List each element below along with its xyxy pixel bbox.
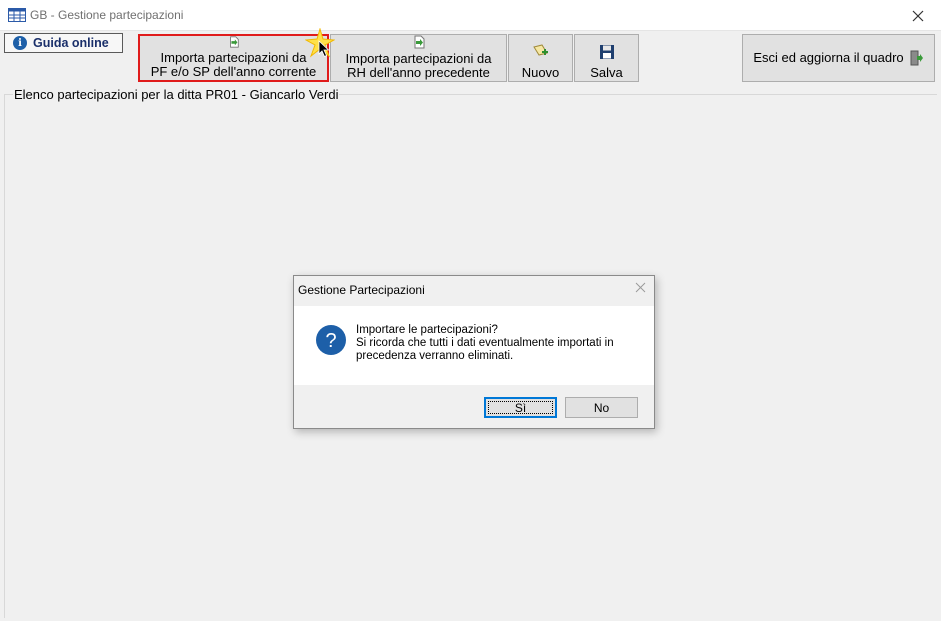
dialog-title: Gestione Partecipazioni [298,283,425,297]
info-icon: i [13,36,27,50]
exit-update-button[interactable]: Esci ed aggiorna il quadro [742,34,935,82]
new-button[interactable]: Nuovo [508,34,573,82]
focus-rect [488,401,553,414]
import-rh-line1: Importa partecipazioni da [345,51,492,66]
import-rh-button[interactable]: Importa partecipazioni da RH dell'anno p… [330,34,507,82]
dialog-message: Importare le partecipazioni? Si ricorda … [356,324,646,363]
floppy-disk-icon [599,45,614,59]
title-bar: GB - Gestione partecipazioni [0,0,941,31]
no-label: No [593,400,610,415]
svg-text:?: ? [325,330,336,352]
table-grid-icon [8,8,26,22]
close-icon[interactable] [635,282,646,293]
exit-update-label: Esci ed aggiorna il quadro [753,50,904,65]
window-close-button[interactable] [895,0,941,31]
yes-button[interactable]: Sì [484,397,557,418]
participations-group-label: Elenco partecipazioni per la ditta PR01 … [13,87,340,102]
question-icon: ? [316,325,346,355]
save-label: Salva [590,65,623,80]
save-button[interactable]: Salva [574,34,639,82]
dialog-body: ? Importare le partecipazioni? Si ricord… [294,306,654,385]
import-arrow-icon [414,35,424,49]
dialog-message-line2: Si ricorda che tutti i dati eventualment… [356,337,614,349]
help-online-button[interactable]: i Guida online [4,33,123,53]
close-icon [912,10,924,21]
dialog-message-line1: Importare le partecipazioni? [356,324,498,336]
new-label: Nuovo [521,65,560,80]
import-pf-line1: Importa partecipazioni da [160,50,307,65]
help-online-label: Guida online [33,36,109,50]
new-document-icon [532,44,548,56]
window-title: GB - Gestione partecipazioni [30,8,184,22]
import-arrow-icon [229,36,239,48]
mouse-cursor-icon [318,40,330,58]
dialog-message-line3: precedenza verranno eliminati. [356,350,514,362]
import-pf-sp-button[interactable]: Importa partecipazioni da PF e/o SP dell… [138,34,329,82]
confirm-dialog: Gestione Partecipazioni ? Importare le p… [293,275,655,429]
import-pf-line2: PF e/o SP dell'anno corrente [150,64,317,79]
exit-door-icon [910,50,923,66]
no-button[interactable]: No [565,397,638,418]
import-rh-line2: RH dell'anno precedente [347,65,490,80]
